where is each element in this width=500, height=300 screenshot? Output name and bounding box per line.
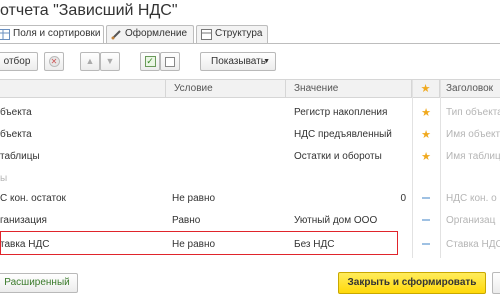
advanced-button[interactable]: Расширенный	[0, 273, 78, 293]
condition-value[interactable]	[172, 146, 286, 168]
page-title: отчета "Зависший НДС"	[0, 2, 178, 19]
close-and-generate-button[interactable]: Закрыть и сформировать	[338, 272, 486, 294]
header-field[interactable]	[0, 80, 166, 98]
uncheck-all-icon	[165, 57, 175, 67]
footer-bar: Расширенный Закрыть и сформировать	[0, 270, 500, 294]
row-title[interactable]: Ставка НДС	[446, 234, 500, 256]
tab-label: Поля и сортировки	[13, 28, 101, 39]
tab-structure[interactable]: Структура	[196, 25, 268, 43]
field-name: ганизация	[0, 215, 47, 226]
show-dropdown-button[interactable]: Показывать ▼	[200, 52, 276, 71]
dash-icon[interactable]	[412, 234, 440, 256]
row-title[interactable]: Имя таблицы	[446, 146, 500, 168]
header-title[interactable]: Заголовок	[440, 80, 500, 98]
tab-label: Структура	[215, 28, 263, 39]
filter-value[interactable]: НДС предъявленный	[294, 124, 410, 146]
filter-button[interactable]: отбор	[0, 52, 38, 71]
field-name: бъекта	[0, 129, 32, 140]
dropdown-arrow-icon: ▼	[263, 58, 270, 65]
tab-formatting[interactable]: Оформление	[106, 25, 194, 43]
header-condition[interactable]: Условие	[166, 80, 286, 98]
arrow-up-icon: ▲	[85, 56, 95, 66]
highlight-box	[0, 231, 398, 255]
star-icon: ★	[420, 83, 431, 95]
star-icon[interactable]: ★	[412, 102, 440, 124]
check-all-icon: ✓	[144, 56, 156, 67]
dash-icon[interactable]	[412, 210, 440, 232]
condition-value[interactable]	[172, 102, 286, 124]
table-row[interactable]: таблицы Остатки и обороты ★ Имя таблицы	[0, 146, 500, 168]
move-down-button[interactable]: ▼	[100, 52, 120, 71]
toolbar: отбор ✕ ▲ ▼ ✓ Показывать ▼	[0, 52, 500, 72]
tab-bar: Поля и сортировки Оформление Структура	[0, 25, 500, 43]
condition-value[interactable]: Равно	[172, 210, 286, 232]
move-up-button[interactable]: ▲	[80, 52, 100, 71]
close-button[interactable]	[492, 272, 500, 294]
field-name: бъекта	[0, 107, 32, 118]
tabs-divider	[0, 43, 500, 44]
condition-value[interactable]: Не равно	[172, 188, 286, 210]
star-icon[interactable]: ★	[412, 146, 440, 168]
tab-label: Оформление	[125, 28, 188, 39]
filter-value-number[interactable]: 0	[294, 188, 406, 210]
filter-value[interactable]: Уютный дом ООО	[294, 210, 410, 232]
header-star-column[interactable]: ★	[412, 80, 440, 98]
header-value[interactable]: Значение	[286, 80, 412, 98]
table-row[interactable]: бъекта НДС предъявленный ★ Имя объекта	[0, 124, 500, 146]
tab-fields-sorting[interactable]: Поля и сортировки	[0, 25, 104, 43]
table-header: Условие Значение ★ Заголовок	[0, 80, 500, 98]
row-title[interactable]: Организац	[446, 210, 500, 232]
table-row[interactable]: С кон. остаток Не равно 0 НДС кон. о	[0, 188, 500, 210]
condition-value[interactable]	[172, 124, 286, 146]
delete-button[interactable]: ✕	[44, 52, 64, 71]
group-name: ы	[0, 173, 8, 184]
filter-value[interactable]: Остатки и обороты	[294, 146, 410, 168]
row-title[interactable]: Имя объекта	[446, 124, 500, 146]
structure-icon	[201, 29, 212, 40]
row-title[interactable]: Тип объекта	[446, 102, 500, 124]
dash-icon[interactable]	[412, 188, 440, 210]
table-icon	[0, 29, 10, 40]
filter-value[interactable]: Регистр накопления	[294, 102, 410, 124]
table-row[interactable]: бъекта Регистр накопления ★ Тип объекта	[0, 102, 500, 124]
check-all-button[interactable]: ✓	[140, 52, 160, 71]
brush-icon	[111, 29, 122, 40]
uncheck-all-button[interactable]	[160, 52, 180, 71]
table-row[interactable]: ганизация Равно Уютный дом ООО Организац	[0, 210, 500, 232]
row-title[interactable]: НДС кон. о	[446, 188, 500, 210]
field-name: таблицы	[0, 151, 40, 162]
arrow-down-icon: ▼	[105, 56, 115, 66]
field-name: С кон. остаток	[0, 193, 66, 204]
delete-icon: ✕	[48, 56, 60, 67]
star-icon[interactable]: ★	[412, 124, 440, 146]
table-row[interactable]: ы	[0, 168, 500, 190]
